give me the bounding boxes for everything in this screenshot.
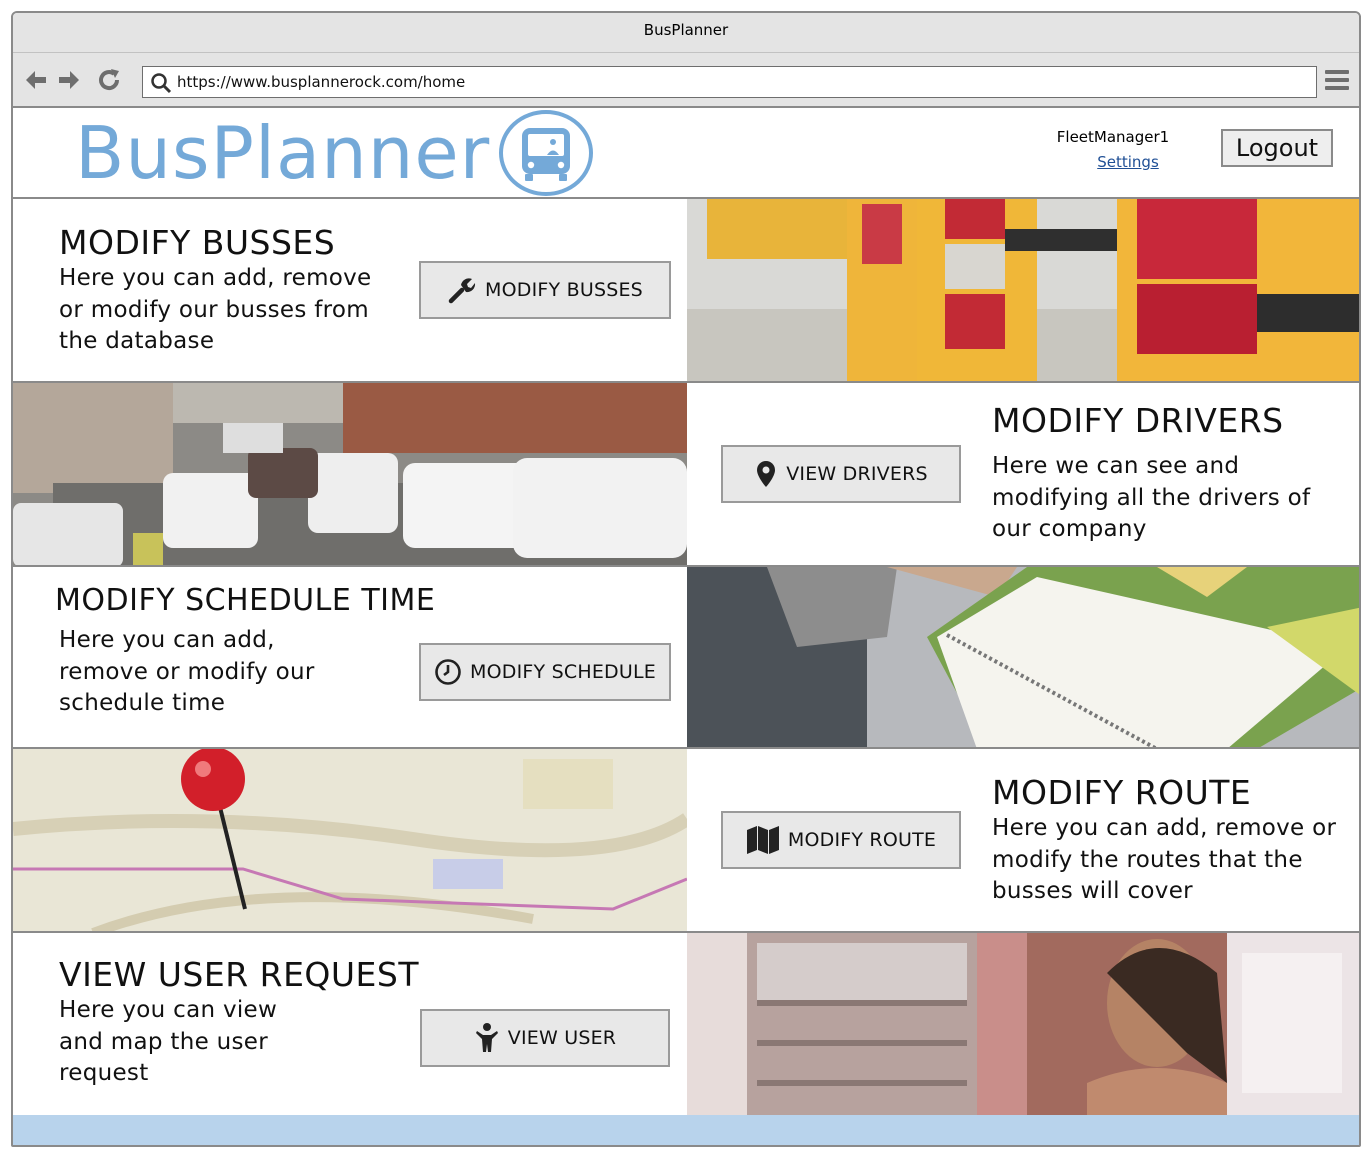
view-user-button[interactable]: VIEW USER: [420, 1009, 670, 1067]
section-modify-drivers: VIEW DRIVERS MODIFY DRIVERS Here we can …: [13, 383, 1359, 567]
wrench-icon: [448, 278, 476, 304]
section-text-panel: VIEW USER REQUEST Here you can view and …: [13, 933, 687, 1115]
hamburger-menu-icon[interactable]: [1325, 70, 1349, 92]
section-modify-route: MODIFY ROUTE MODIFY ROUTE Here you can a…: [13, 749, 1359, 933]
modify-route-button[interactable]: MODIFY ROUTE: [721, 811, 961, 869]
button-label: VIEW DRIVERS: [786, 463, 928, 485]
button-label: VIEW USER: [507, 1027, 617, 1049]
forward-arrow-icon[interactable]: [56, 67, 82, 93]
section-title: VIEW USER REQUEST: [59, 955, 420, 994]
bus-logo-icon: [499, 110, 593, 196]
back-arrow-icon[interactable]: [23, 67, 49, 93]
section-text-panel: MODIFY BUSSES Here you can add, remove o…: [13, 199, 687, 381]
section-modify-busses: MODIFY BUSSES Here you can add, remove o…: [13, 199, 1359, 383]
section-modify-schedule: MODIFY SCHEDULE TIME Here you can add, r…: [13, 567, 1359, 749]
username-label: FleetManager1: [1056, 128, 1170, 146]
logout-button[interactable]: Logout: [1221, 129, 1333, 167]
section-description: Here you can add, remove or modify our b…: [59, 265, 372, 354]
section-title: MODIFY ROUTE: [992, 773, 1252, 812]
section-description: Here you can add, remove or modify our s…: [59, 627, 315, 716]
section-description: Here you can add, remove or modify the r…: [992, 815, 1337, 904]
section-text-panel: MODIFY ROUTE MODIFY ROUTE Here you can a…: [687, 749, 1359, 931]
map-pin-icon: [757, 461, 776, 487]
section-view-user-request: VIEW USER REQUEST Here you can view and …: [13, 933, 1359, 1115]
button-label: MODIFY SCHEDULE: [470, 661, 656, 683]
section-description: Here we can see and modifying all the dr…: [992, 453, 1311, 542]
folded-map-icon: [746, 826, 779, 854]
reload-icon[interactable]: [96, 67, 122, 93]
button-label: MODIFY BUSSES: [485, 279, 643, 301]
section-description: Here you can view and map the user reque…: [59, 997, 278, 1086]
planner-notebook-photo: [687, 567, 1359, 747]
address-bar[interactable]: [142, 66, 1317, 98]
modify-schedule-button[interactable]: MODIFY SCHEDULE: [419, 643, 671, 701]
app-header: BusPlanner FleetManager1 Settings Logout: [13, 109, 1359, 199]
section-text-panel: VIEW DRIVERS MODIFY DRIVERS Here we can …: [687, 383, 1359, 565]
modify-busses-button[interactable]: MODIFY BUSSES: [419, 261, 671, 319]
person-icon: [475, 1023, 498, 1052]
minibus-traffic-photo: [13, 383, 687, 565]
window-title: BusPlanner: [13, 13, 1359, 53]
settings-link[interactable]: Settings: [1023, 153, 1233, 171]
bus-taillights-photo: [687, 199, 1359, 381]
search-icon: [151, 73, 172, 94]
app-logo: BusPlanner: [75, 111, 491, 195]
browser-window: BusPlanner BusPlanner FleetM: [11, 11, 1361, 1147]
section-title: MODIFY SCHEDULE TIME: [55, 583, 436, 618]
browser-toolbar: [13, 53, 1359, 108]
button-label: MODIFY ROUTE: [787, 829, 937, 851]
section-title: MODIFY BUSSES: [59, 223, 336, 262]
footer-bar: [13, 1115, 1359, 1145]
view-drivers-button[interactable]: VIEW DRIVERS: [721, 445, 961, 503]
url-input[interactable]: [177, 71, 1297, 93]
clock-icon: [435, 659, 461, 685]
section-title: MODIFY DRIVERS: [992, 401, 1284, 440]
passenger-window-photo: [687, 933, 1359, 1115]
map-pushpin-photo: [13, 749, 687, 931]
section-text-panel: MODIFY SCHEDULE TIME Here you can add, r…: [13, 567, 687, 747]
